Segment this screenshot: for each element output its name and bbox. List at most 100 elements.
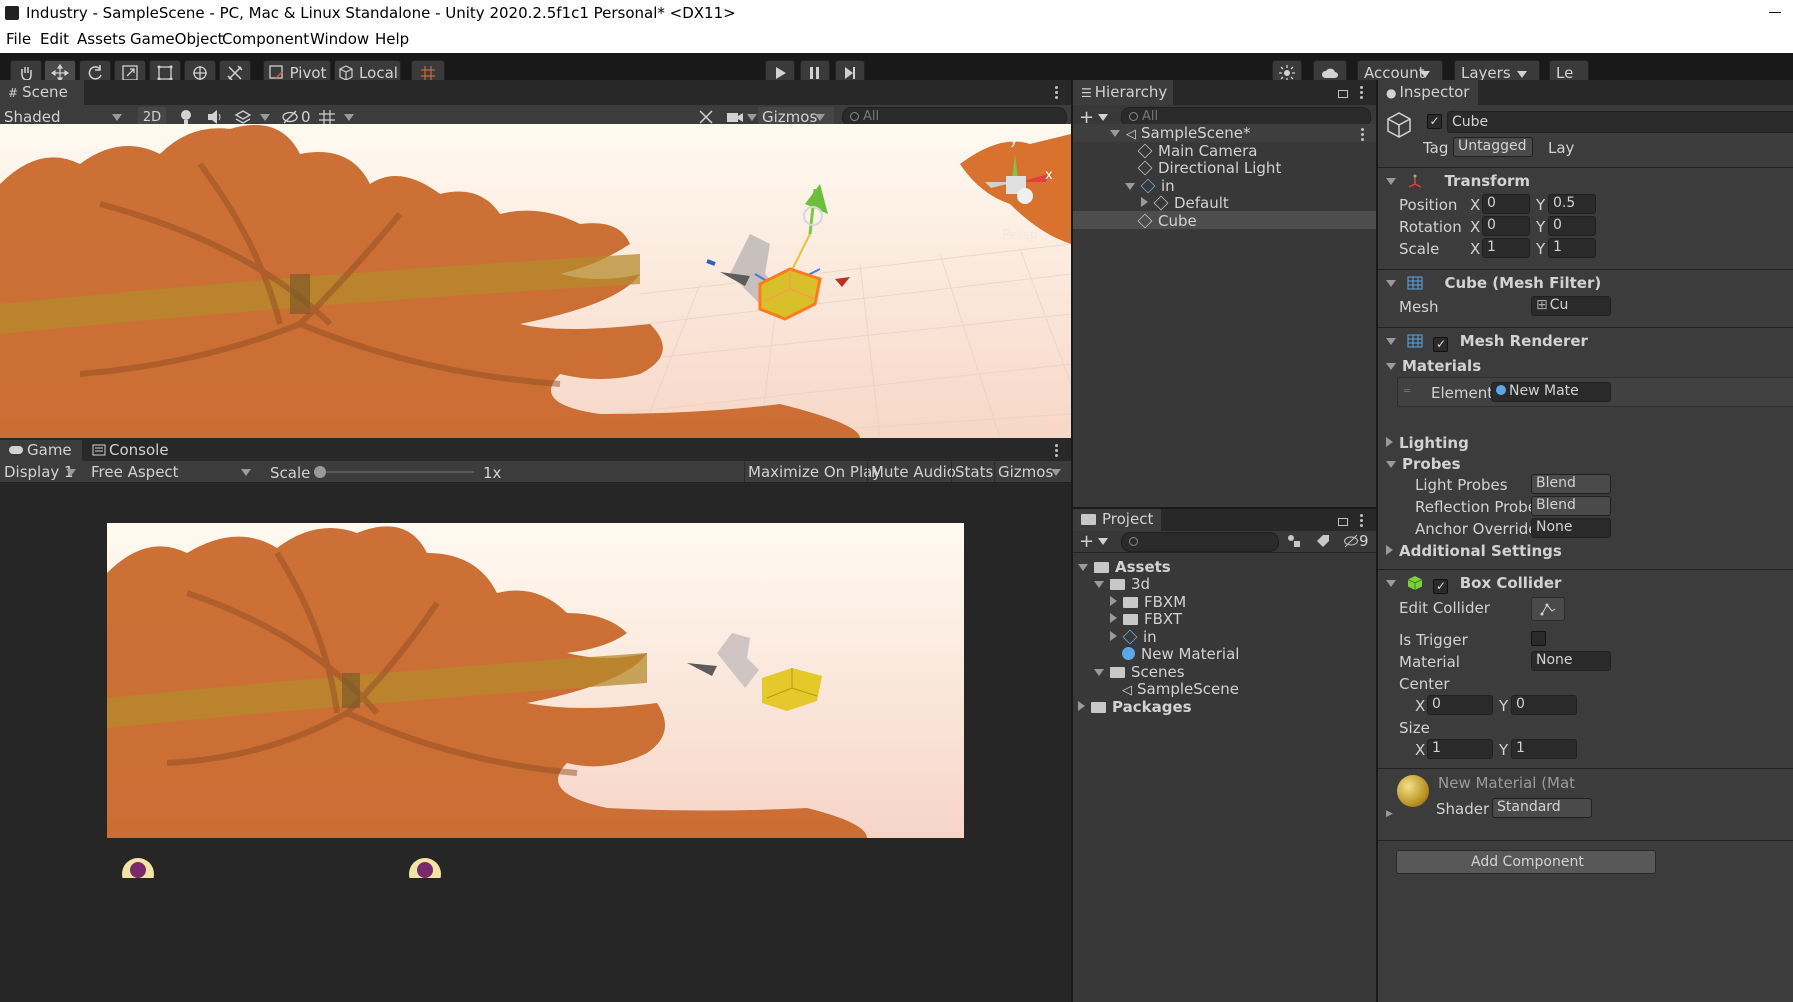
scene-menu-dots-icon[interactable] [1361,128,1364,141]
project-item-assets[interactable]: Assets [1078,558,1171,576]
game-gizmos-dropdown[interactable]: Gizmos [994,462,1069,482]
project-item-samplescene[interactable]: ◁ SampleScene [1122,680,1239,698]
is-trigger-checkbox[interactable] [1531,631,1546,646]
lighting-foldout[interactable]: Lighting [1386,434,1469,452]
position-y-input[interactable]: 0.5 [1548,194,1596,214]
project-item-fbxm[interactable]: FBXM [1110,593,1186,611]
shader-dropdown[interactable]: Standard [1492,798,1592,818]
mute-audio-toggle[interactable]: Mute Audio [867,462,959,482]
menu-edit[interactable]: Edit [40,30,69,48]
object-name-input[interactable]: Cube [1447,111,1793,133]
hierarchy-item-main-camera[interactable]: Main Camera [1137,142,1257,160]
box-collider-enabled-checkbox[interactable]: ✓ [1433,579,1449,594]
anchor-override-field[interactable]: None [1531,518,1611,538]
drag-handle-icon[interactable]: ═ [1404,386,1410,397]
mesh-field[interactable]: ⊞ Cu [1531,296,1611,316]
mesh-value: Cu [1549,297,1569,313]
stats-toggle[interactable]: Stats [951,462,996,482]
project-item-scenes[interactable]: Scenes [1094,663,1185,681]
hierarchy-item-default[interactable]: Default [1141,194,1229,212]
tag-icon [1317,535,1329,547]
hierarchy-menu-icon[interactable] [1360,86,1363,99]
add-component-button[interactable]: Add Component [1396,850,1656,874]
collider-material-field[interactable]: None [1531,651,1611,671]
project-create-button[interactable]: + [1079,531,1114,552]
display-dropdown[interactable]: Display 1 [4,462,84,482]
aspect-dropdown[interactable]: Free Aspect [91,462,259,482]
scale-slider-thumb[interactable] [314,466,326,478]
minimize-icon[interactable] [1769,12,1781,13]
tab-project[interactable]: Project [1073,508,1161,531]
expand-arrow-icon [1125,183,1135,190]
project-menu-icon[interactable] [1360,514,1363,527]
splitter-vertical[interactable] [1376,80,1378,1002]
tab-inspector[interactable]: ● Inspector [1378,80,1478,105]
item-label: FBXM [1144,593,1187,611]
rotation-y-input[interactable]: 0 [1548,216,1596,236]
project-item-fbxt[interactable]: FBXT [1110,610,1182,628]
mesh-renderer-header[interactable]: ✓ Mesh Renderer [1378,327,1793,353]
game-menu-icon[interactable] [1055,444,1058,457]
scale-value: 1x [483,464,502,482]
lock-icon[interactable] [1338,90,1348,98]
hierarchy-item-cube[interactable]: Cube [1137,212,1197,230]
scale-y-input[interactable]: 1 [1548,238,1596,258]
scene-viewport[interactable]: y x Persp [0,124,1071,438]
hierarchy-item-directional-light[interactable]: Directional Light [1137,159,1281,177]
additional-settings-foldout[interactable]: Additional Settings [1386,542,1562,560]
hidden-packages-toggle[interactable]: 9 [1343,531,1369,551]
mesh-renderer-enabled-checkbox[interactable]: ✓ [1433,337,1449,352]
tab-console[interactable]: Console [84,440,184,461]
persp-label[interactable]: Persp [1002,228,1038,243]
maximize-on-play-toggle[interactable]: Maximize On Play [744,462,885,482]
menu-file[interactable]: File [6,30,31,48]
scene-menu-icon[interactable] [1055,86,1058,99]
search-by-label-button[interactable] [1315,531,1331,551]
menu-gameobject[interactable]: GameObject [130,30,224,48]
project-search-input[interactable] [1121,532,1279,552]
transform-header[interactable]: Transform [1378,167,1793,193]
project-item-in[interactable]: in [1110,628,1157,646]
lock-icon[interactable] [1338,518,1348,526]
project-item-packages[interactable]: Packages [1078,698,1192,716]
size-x-input[interactable]: 1 [1427,739,1493,759]
materials-foldout[interactable]: Materials [1386,357,1481,375]
scale-x-input[interactable]: 1 [1482,238,1530,258]
collapse-arrow-icon [1110,631,1117,641]
window-titlebar: Industry - SampleScene - PC, Mac & Linux… [0,0,1793,26]
project-item-3d[interactable]: 3d [1094,575,1150,593]
edit-collider-button[interactable] [1531,597,1565,621]
collapse-arrow-icon[interactable]: ▶ [1386,809,1393,819]
hierarchy-item-samplescene[interactable]: ◁ SampleScene* [1110,124,1250,142]
item-label: Packages [1112,698,1192,716]
scale-slider[interactable] [314,466,474,478]
tab-scene[interactable]: # Scene [0,80,84,105]
tab-game[interactable]: Game [0,440,82,461]
splitter-vertical[interactable] [1071,80,1073,1002]
mesh-filter-header[interactable]: Cube (Mesh Filter) [1378,269,1793,295]
probes-foldout[interactable]: Probes [1386,455,1461,473]
project-item-new-material[interactable]: New Material [1122,645,1239,663]
light-probes-dropdown[interactable]: Blend [1531,474,1611,494]
rotation-x-input[interactable]: 0 [1482,216,1530,236]
search-by-type-button[interactable] [1286,531,1302,551]
add-component-label: Add Component [1471,854,1584,870]
menu-component[interactable]: Component [222,30,309,48]
game-view-area[interactable] [0,484,1071,1002]
tag-dropdown[interactable]: Untagged [1453,137,1533,157]
size-y-input[interactable]: 1 [1511,739,1577,759]
active-checkbox[interactable]: ✓ [1427,114,1442,129]
center-x-input[interactable]: 0 [1427,695,1493,715]
menu-window[interactable]: Window [310,30,369,48]
box-collider-header[interactable]: ✓ Box Collider [1378,569,1793,595]
menu-assets[interactable]: Assets [77,30,126,48]
menu-help[interactable]: Help [375,30,409,48]
tab-hierarchy[interactable]: ☰ Hierarchy [1073,80,1173,105]
item-label: Assets [1115,558,1171,576]
position-x-input[interactable]: 0 [1482,194,1530,214]
splitter-horizontal[interactable] [1073,507,1376,509]
material-element-field[interactable]: New Mate [1491,382,1611,402]
hierarchy-item-in[interactable]: in [1125,177,1175,195]
center-y-input[interactable]: 0 [1511,695,1577,715]
reflection-probes-dropdown[interactable]: Blend [1531,496,1611,516]
